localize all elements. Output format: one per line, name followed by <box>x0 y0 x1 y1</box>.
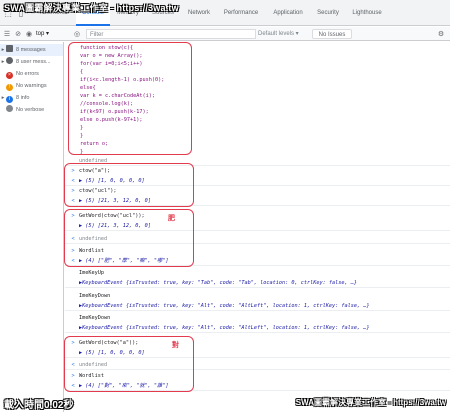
sidebar-item-user-messages[interactable]: ▸ 8 user mess... <box>0 56 63 68</box>
tab-network[interactable]: Network <box>182 0 216 26</box>
annotation-label: 對 <box>172 342 179 349</box>
context-selector[interactable]: top ▾ <box>36 29 49 39</box>
gear-icon[interactable]: ⚙ <box>436 28 446 40</box>
sidebar-toggle-icon[interactable]: ☰ <box>2 28 12 40</box>
list-icon <box>6 45 13 52</box>
info-icon: i <box>6 96 13 103</box>
console-sidebar: ▸ 8 messages ▸ 8 user mess... × No errors !… <box>0 42 64 412</box>
issues-button[interactable]: No Issues <box>312 29 352 39</box>
user-icon <box>6 57 13 64</box>
sidebar-item-info[interactable]: ▸ i 8 info <box>0 92 63 104</box>
watermark-top: SWA圖霸解決專業工作室 - https://3wa.tw <box>4 3 179 13</box>
log-levels-dropdown[interactable]: Default levels ▾ <box>258 29 299 39</box>
console-line[interactable]: ImeKeyDown <box>65 291 450 301</box>
tab-application[interactable]: Application <box>266 0 310 26</box>
chevron-right-icon: ▸ <box>1 59 5 65</box>
console-line[interactable]: ImeKeyUp <box>65 268 450 278</box>
watermark-bottom: 載入時間0.02秒 SWA圖霸解決專業工作室 - https://3wa.tw <box>0 394 450 412</box>
sidebar-item-messages[interactable]: ▸ 8 messages <box>0 44 63 56</box>
watermark-bottom-right: SWA圖霸解決專業工作室 - https://3wa.tw <box>295 398 446 407</box>
console-line[interactable]: ▶KeyboardEvent {isTrusted: true, key: "A… <box>65 301 450 311</box>
console-line[interactable]: ImeKeyDown <box>65 313 450 323</box>
tab-performance[interactable]: Performance <box>218 0 264 26</box>
tab-lighthouse[interactable]: Lighthouse <box>346 0 388 26</box>
console-toolbar: ☰ ⊘ ◉ top ▾ ◎ Filter Default levels ▾ No… <box>0 27 450 41</box>
verbose-icon <box>6 105 13 112</box>
console-line[interactable]: ▶KeyboardEvent {isTrusted: true, key: "A… <box>65 323 450 333</box>
clear-console-icon[interactable]: ⊘ <box>13 28 23 40</box>
sidebar-item-warnings[interactable]: ! No warnings <box>0 80 63 92</box>
annotation-label: 肥 <box>168 215 175 222</box>
sidebar-item-errors[interactable]: × No errors <box>0 68 63 80</box>
live-expression-icon[interactable]: ◎ <box>72 28 82 40</box>
eye-icon[interactable]: ◉ <box>24 28 34 40</box>
filter-input[interactable]: Filter <box>86 29 256 39</box>
tab-security[interactable]: Security <box>312 0 344 26</box>
load-time-text: 載入時間0.02秒 <box>4 400 74 411</box>
warning-icon: ! <box>6 84 13 91</box>
sidebar-item-verbose[interactable]: No verbose <box>0 104 63 116</box>
console-line[interactable]: ▶KeyboardEvent {isTrusted: true, key: "T… <box>65 278 450 288</box>
highlight-box-ctow <box>64 163 194 207</box>
error-icon: × <box>6 72 13 79</box>
